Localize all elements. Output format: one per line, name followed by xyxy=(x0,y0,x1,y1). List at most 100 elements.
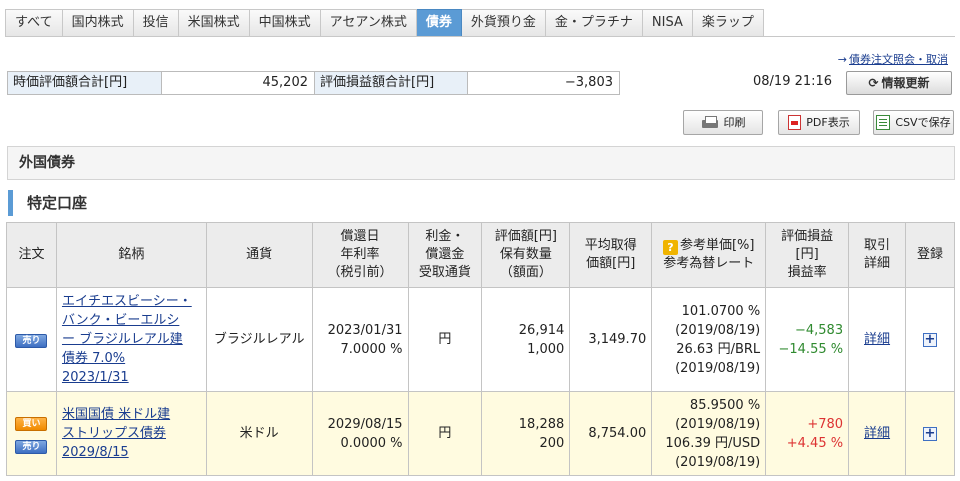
bond-name-line: ー ブラジルレアル建 xyxy=(61,332,183,347)
printer-icon xyxy=(701,116,719,129)
col-value-line1: 評価額[円] xyxy=(494,229,557,244)
bond-order-inquiry-label: 債券注文照会・取消 xyxy=(849,53,948,66)
sell-button[interactable]: 売り xyxy=(15,439,48,454)
bond-name-link[interactable]: 米国国債 米ドル建 ストリップス債券 2029/8/15 xyxy=(62,405,201,462)
table-header-row: 注文 銘柄 通貨 償還日 年利率 （税引前） 利金・ 償還金 受取通貨 評価額[… xyxy=(6,222,955,288)
ref-price-cell: 101.0700 % (2019/08/19) 26.63 円/BRL (201… xyxy=(651,287,767,392)
bond-name-line: 2029/8/15 xyxy=(61,445,129,460)
detail-link[interactable]: 詳細 xyxy=(864,332,890,347)
col-register-label: 登録 xyxy=(916,247,943,262)
total-valuation-value: 45,202 xyxy=(162,72,315,94)
tab-us-stocks[interactable]: 米国株式 xyxy=(178,9,250,37)
ref-price: 101.0700 % xyxy=(681,303,761,319)
col-value-line3: （額面） xyxy=(499,265,552,280)
col-redemption-line2: 年利率 xyxy=(340,247,380,262)
valuation-value: 18,288 xyxy=(518,416,565,432)
col-interest-line2: 償還金 xyxy=(425,247,465,262)
tab-gold-platinum[interactable]: 金・プラチナ xyxy=(545,9,643,37)
col-avg-price: 平均取得 価額[円] xyxy=(569,222,653,288)
register-cell: + xyxy=(905,287,955,392)
bond-name-link[interactable]: エイチエスビーシー・ バンク・ビーエルシ ー ブラジルレアル建 債券 7.0% … xyxy=(62,292,201,387)
spreadsheet-icon xyxy=(876,115,891,130)
total-valuation-label: 時価評価額合計[円] xyxy=(8,72,162,94)
print-label: 印刷 xyxy=(723,116,746,129)
tab-foreign-deposits[interactable]: 外貨預り金 xyxy=(461,9,546,37)
col-redemption-line1: 償還日 xyxy=(340,229,380,244)
bond-name-line: ストリップス債券 xyxy=(61,426,166,441)
pl-rate: +4.45 % xyxy=(786,435,844,451)
help-icon[interactable]: ? xyxy=(662,240,678,255)
pdf-button[interactable]: PDF表示 xyxy=(778,110,860,135)
col-trade-detail: 取引 詳細 xyxy=(848,222,906,288)
add-icon[interactable]: + xyxy=(923,427,937,441)
col-currency-label: 通貨 xyxy=(246,247,273,262)
tab-all[interactable]: すべて xyxy=(5,9,63,37)
summary-bar: 時価評価額合計[円] 45,202 評価損益額合計[円] −3,803 xyxy=(7,71,620,95)
receive-currency-cell: 円 xyxy=(407,391,483,476)
bond-name-cell: 米国国債 米ドル建 ストリップス債券 2029/8/15 xyxy=(55,391,207,476)
col-name: 銘柄 xyxy=(55,222,207,288)
ref-price: 85.9500 % xyxy=(689,397,761,413)
market-tabs: すべて 国内株式 投信 米国株式 中国株式 アセアン株式 債券 外貨預り金 金・… xyxy=(5,9,764,37)
col-ref-price: ? 参考単価[%] 参考為替レート xyxy=(651,222,767,288)
fx-date: (2019/08/19) xyxy=(675,454,761,470)
bond-positions-table: 注文 銘柄 通貨 償還日 年利率 （税引前） 利金・ 償還金 受取通貨 評価額[… xyxy=(6,222,955,476)
col-pl-line3: 損益率 xyxy=(787,265,827,280)
fx-rate: 106.39 円/USD xyxy=(665,435,761,451)
bond-name-line: 2023/1/31 xyxy=(61,370,129,385)
bond-name-line: バンク・ビーエルシ xyxy=(61,313,180,328)
order-cell: 買い 売り xyxy=(6,391,57,476)
last-updated-time: 08/19 21:16 xyxy=(753,74,833,89)
detail-cell: 詳細 xyxy=(848,287,906,392)
tab-domestic-stocks[interactable]: 国内株式 xyxy=(62,9,134,37)
redemption-cell: 2023/01/31 7.0000 % xyxy=(311,287,409,392)
detail-cell: 詳細 xyxy=(848,391,906,476)
currency-cell: 米ドル xyxy=(205,391,313,476)
col-interest-line1: 利金・ xyxy=(425,229,465,244)
tab-funds[interactable]: 投信 xyxy=(133,9,179,37)
tab-divider xyxy=(5,36,955,37)
refresh-icon: ⟳ xyxy=(868,76,879,90)
col-name-label: 銘柄 xyxy=(118,247,145,262)
redemption-date: 2023/01/31 xyxy=(327,322,403,338)
ref-price-date: (2019/08/19) xyxy=(675,322,761,338)
pl-cell: +780 +4.45 % xyxy=(765,391,850,476)
annual-rate: 7.0000 % xyxy=(340,341,403,357)
col-interest-currency: 利金・ 償還金 受取通貨 xyxy=(407,222,483,288)
col-value: 評価額[円] 保有数量 （額面） xyxy=(481,222,571,288)
refresh-button[interactable]: ⟳ 情報更新 xyxy=(846,71,952,95)
tab-bonds[interactable]: 債券 xyxy=(416,9,462,37)
col-register: 登録 xyxy=(905,222,955,288)
col-avg-line2: 価額[円] xyxy=(586,256,636,271)
value-cell: 26,914 1,000 xyxy=(481,287,571,392)
add-icon[interactable]: + xyxy=(923,333,937,347)
avg-price-cell: 3,149.70 xyxy=(569,287,653,392)
col-pl-line1: 評価損益 xyxy=(781,229,834,244)
arrow-right-icon: → xyxy=(837,53,847,66)
table-row: 買い 売り 米国国債 米ドル建 ストリップス債券 2029/8/15 米ドル 2… xyxy=(6,391,955,476)
sell-button[interactable]: 売り xyxy=(15,334,48,348)
buy-button[interactable]: 買い xyxy=(15,416,48,431)
pl-cell: −4,583 −14.55 % xyxy=(765,287,850,392)
register-cell: + xyxy=(905,391,955,476)
bond-name-cell: エイチエスビーシー・ バンク・ビーエルシ ー ブラジルレアル建 債券 7.0% … xyxy=(55,287,207,392)
csv-button[interactable]: CSVで保存 xyxy=(873,110,954,135)
order-cell: 売り xyxy=(6,287,57,392)
fx-date: (2019/08/19) xyxy=(675,360,761,376)
col-order: 注文 xyxy=(6,222,57,288)
pdf-icon xyxy=(788,115,802,130)
holding-quantity: 1,000 xyxy=(527,341,565,357)
print-button[interactable]: 印刷 xyxy=(683,110,763,135)
tab-rakuwrap[interactable]: 楽ラップ xyxy=(692,9,764,37)
col-currency: 通貨 xyxy=(205,222,313,288)
bond-order-inquiry-link[interactable]: → 債券注文照会・取消 xyxy=(838,51,948,67)
section-title: 外国債券 xyxy=(7,146,955,180)
col-redemption-line3: （税引前） xyxy=(327,265,393,280)
ref-price-cell: 85.9500 % (2019/08/19) 106.39 円/USD (201… xyxy=(651,391,767,476)
detail-link[interactable]: 詳細 xyxy=(864,426,890,441)
col-pl-line2: [円] xyxy=(795,247,819,262)
tab-asean-stocks[interactable]: アセアン株式 xyxy=(320,9,417,37)
pdf-label: PDF表示 xyxy=(806,116,850,129)
tab-nisa[interactable]: NISA xyxy=(642,9,693,37)
tab-china-stocks[interactable]: 中国株式 xyxy=(249,9,321,37)
